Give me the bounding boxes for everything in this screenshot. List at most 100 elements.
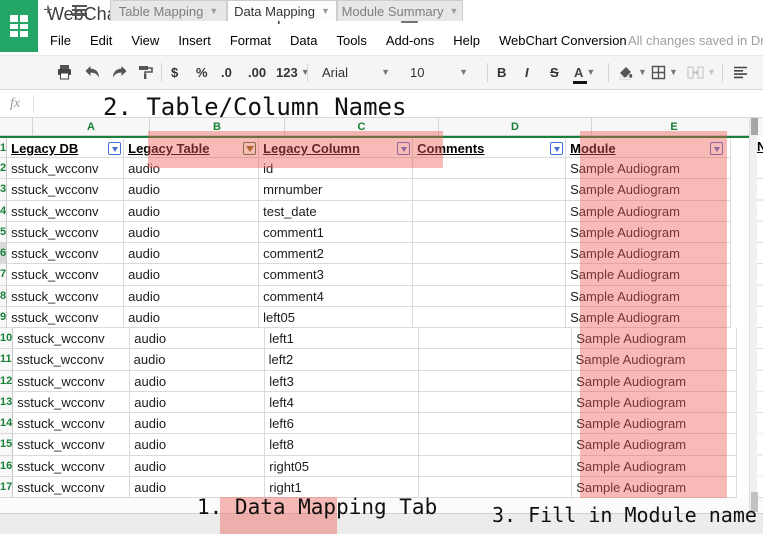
text-color-button[interactable]: A▼ [574,60,595,84]
cell-legacy-column[interactable]: comment1 [259,222,413,243]
cell-legacy-db-header[interactable]: Legacy DB [7,138,124,158]
cell-comments[interactable] [419,477,572,498]
fill-color-button[interactable]: ▼ [617,60,647,84]
cell-legacy-column[interactable]: comment3 [259,264,413,285]
cell-legacy-column[interactable]: mrnumber [259,179,413,200]
undo-button[interactable] [84,60,101,84]
paint-format-button[interactable] [138,60,154,84]
cell-legacy-table[interactable]: audio [130,456,265,477]
print-button[interactable] [56,60,73,84]
cell-legacy-db[interactable]: sstuck_wcconv [13,413,130,434]
borders-button[interactable]: ▼ [651,60,678,84]
cell-legacy-table[interactable]: audio [124,201,259,222]
cell-legacy-table[interactable]: audio [130,434,265,455]
cell-legacy-db[interactable]: sstuck_wcconv [13,392,130,413]
cell-legacy-column[interactable]: left6 [265,413,419,434]
row-header[interactable]: 4 [0,201,7,222]
filter-dropdown-icon[interactable] [550,142,563,155]
cell-comments[interactable] [413,179,566,200]
tab-table-mapping[interactable]: Table Mapping▼ [110,0,227,21]
row-header[interactable]: 11 [0,349,13,370]
row-header[interactable]: 5 [0,222,7,243]
cell-legacy-db[interactable]: sstuck_wcconv [7,158,124,179]
cell-legacy-table[interactable]: audio [130,328,265,349]
cell-legacy-table[interactable]: audio [124,307,259,328]
cell-legacy-db[interactable]: sstuck_wcconv [7,264,124,285]
increase-decimal-button[interactable]: .00 [248,60,266,84]
menu-insert[interactable]: Insert [175,31,214,50]
row-header-1[interactable]: 1 [0,138,7,158]
cell-comments[interactable] [419,328,572,349]
menu-addons[interactable]: Add-ons [383,31,437,50]
cell-comments[interactable] [419,413,572,434]
row-header[interactable]: 6 [0,243,7,264]
cell-legacy-db[interactable]: sstuck_wcconv [7,286,124,307]
menu-help[interactable]: Help [450,31,483,50]
menu-format[interactable]: Format [227,31,274,50]
cell-legacy-column[interactable]: comment2 [259,243,413,264]
cell-legacy-column[interactable]: left2 [265,349,419,370]
cell-comments[interactable] [413,201,566,222]
cell-comments[interactable] [413,243,566,264]
cell-comments[interactable] [413,307,566,328]
cell-legacy-db[interactable]: sstuck_wcconv [7,201,124,222]
vertical-scrollbar[interactable] [749,118,757,512]
cell-legacy-column[interactable]: comment4 [259,286,413,307]
corner-cell[interactable] [0,118,33,136]
cell-legacy-db[interactable]: sstuck_wcconv [7,243,124,264]
cell-legacy-column[interactable]: left8 [265,434,419,455]
row-header[interactable]: 14 [0,413,13,434]
cell-legacy-table[interactable]: audio [124,264,259,285]
row-header[interactable]: 9 [0,307,7,328]
more-formats-button[interactable]: 123▼ [276,60,310,84]
row-header[interactable]: 13 [0,392,13,413]
menu-view[interactable]: View [128,31,162,50]
cell-legacy-db[interactable]: sstuck_wcconv [7,222,124,243]
row-header[interactable]: 2 [0,158,7,179]
cell-legacy-db[interactable]: sstuck_wcconv [13,456,130,477]
cell-legacy-table[interactable]: audio [124,179,259,200]
currency-format-button[interactable]: $ [171,60,178,84]
cell-legacy-column[interactable]: left3 [265,371,419,392]
cell-legacy-db[interactable]: sstuck_wcconv [13,328,130,349]
filter-dropdown-icon[interactable] [108,142,121,155]
menu-tools[interactable]: Tools [333,31,369,50]
cell-comments[interactable] [419,456,572,477]
row-header[interactable]: 10 [0,328,13,349]
align-left-button[interactable] [733,60,748,84]
cell-legacy-column[interactable]: test_date [259,201,413,222]
cell-legacy-table[interactable]: audio [130,392,265,413]
cell-legacy-table[interactable]: audio [124,286,259,307]
cell-comments[interactable] [413,264,566,285]
cell-legacy-table[interactable]: audio [124,222,259,243]
font-size-select[interactable]: 10▼ [404,61,474,83]
cell-legacy-column[interactable]: left4 [265,392,419,413]
merge-cells-button[interactable]: ▼ [687,60,716,84]
cell-legacy-table[interactable]: audio [124,243,259,264]
cell-legacy-db[interactable]: sstuck_wcconv [13,349,130,370]
menu-data[interactable]: Data [287,31,320,50]
all-sheets-icon[interactable] [72,5,87,16]
row-header[interactable]: 12 [0,371,13,392]
cell-legacy-column[interactable]: left1 [265,328,419,349]
cell-legacy-db[interactable]: sstuck_wcconv [13,371,130,392]
row-header[interactable]: 3 [0,179,7,200]
bold-button[interactable]: B [497,60,506,84]
cell-legacy-table[interactable]: audio [130,371,265,392]
font-family-select[interactable]: Arial▼ [316,61,396,83]
cell-comments[interactable] [413,286,566,307]
cell-comments[interactable] [419,349,572,370]
column-header-d[interactable]: D [439,118,592,136]
tab-data-mapping[interactable]: Data Mapping▼ [227,0,337,21]
cell-legacy-table[interactable]: audio [130,349,265,370]
cell-legacy-db[interactable]: sstuck_wcconv [7,179,124,200]
row-header[interactable]: 16 [0,456,13,477]
strikethrough-button[interactable]: S [550,60,559,84]
cell-legacy-db[interactable]: sstuck_wcconv [7,307,124,328]
decrease-decimal-button[interactable]: .0 [221,60,232,84]
vertical-scrollbar-thumb[interactable] [751,118,758,135]
tab-module-summary[interactable]: Module Summary▼ [337,0,463,21]
row-header[interactable]: 15 [0,434,13,455]
row-header[interactable]: 8 [0,286,7,307]
italic-button[interactable]: I [525,60,529,84]
